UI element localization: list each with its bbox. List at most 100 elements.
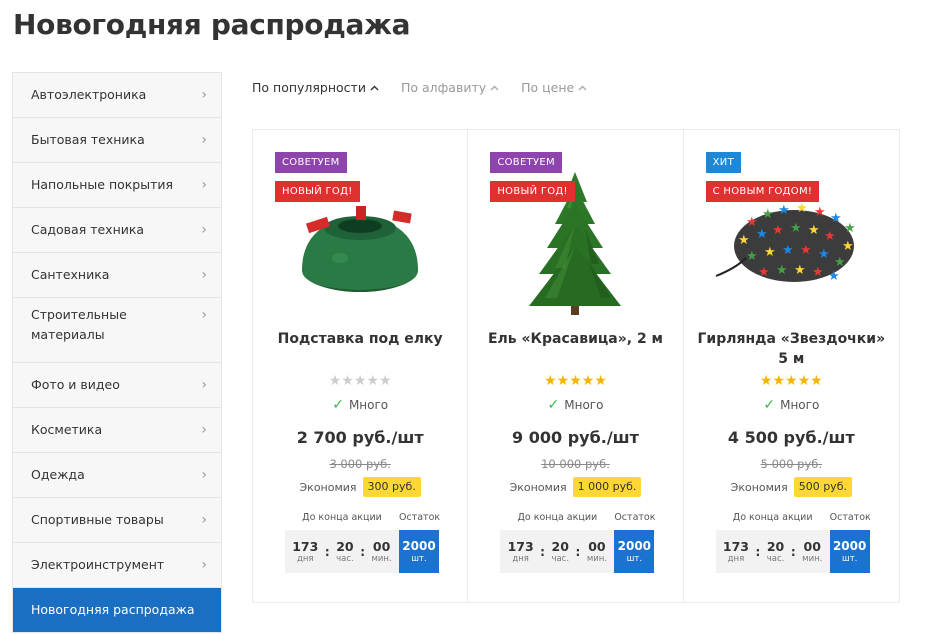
countdown-timer: 173 дня : 20 час. : 00 мин. 2000 шт. bbox=[715, 530, 870, 573]
chevron-right-icon: › bbox=[201, 512, 207, 528]
sidebar-item-photo-video[interactable]: Фото и видео › bbox=[13, 363, 221, 408]
chevron-up-icon bbox=[578, 85, 587, 90]
savings-label: Экономия bbox=[730, 480, 788, 494]
badges: ХИТ С НОВЫМ ГОДОМ! bbox=[705, 152, 820, 202]
sidebar-item-label: Косметика bbox=[31, 422, 103, 437]
sidebar-item-label: Напольные покрытия bbox=[31, 177, 174, 192]
product-grid: СОВЕТУЕМ НОВЫЙ ГОД! Подставка под елку ★… bbox=[252, 129, 900, 603]
chevron-right-icon: › bbox=[201, 132, 207, 148]
old-price: 3 000 руб. bbox=[329, 457, 391, 471]
product-card[interactable]: СОВЕТУЕМ НОВЫЙ ГОД! Ель «Красавица», 2 м… bbox=[468, 130, 684, 602]
badge-recommend: СОВЕТУЕМ bbox=[275, 152, 347, 173]
stock-label: Много bbox=[564, 398, 604, 412]
sidebar-item-sports[interactable]: Спортивные товары › bbox=[13, 498, 221, 543]
sort-by-alphabet[interactable]: По алфавиту bbox=[401, 80, 499, 95]
star-icon: ★ bbox=[366, 373, 379, 389]
svg-text:★: ★ bbox=[796, 201, 808, 216]
sidebar-item-auto-electronics[interactable]: Автоэлектроника › bbox=[13, 73, 221, 118]
star-garland-image: ★ ★ ★ ★ ★ ★ ★ ★ ★ ★ ★ ★ ★ ★ ★ ★ ★ ★ ★ ★ … bbox=[715, 201, 856, 284]
savings: Экономия 500 руб. bbox=[684, 477, 899, 497]
check-icon: ✓ bbox=[332, 397, 344, 413]
timer-days: 173 дня bbox=[507, 538, 534, 564]
svg-text:★: ★ bbox=[818, 247, 830, 262]
sidebar-item-flooring[interactable]: Напольные покрытия › bbox=[13, 163, 221, 208]
sidebar-item-clothing[interactable]: Одежда › bbox=[13, 453, 221, 498]
sort-bar: По популярности По алфавиту По цене bbox=[252, 80, 587, 95]
star-icon: ★ bbox=[353, 373, 367, 389]
star-icon: ★ bbox=[785, 373, 798, 389]
product-card[interactable]: ХИТ С НОВЫМ ГОДОМ! ★ ★ ★ ★ ★ ★ ★ ★ ★ ★ ★ bbox=[684, 130, 899, 602]
sidebar-item-plumbing[interactable]: Сантехника › bbox=[13, 253, 221, 298]
svg-text:★: ★ bbox=[794, 263, 806, 278]
svg-text:★: ★ bbox=[776, 263, 788, 278]
stock-label: Много bbox=[348, 398, 389, 412]
sort-by-price[interactable]: По цене bbox=[521, 80, 587, 95]
badge-new-year: НОВЫЙ ГОД! bbox=[490, 181, 575, 202]
chevron-right-icon: › bbox=[201, 307, 207, 323]
price: 9 000 руб./шт bbox=[512, 428, 639, 447]
product-card[interactable]: СОВЕТУЕМ НОВЫЙ ГОД! Подставка под елку ★… bbox=[253, 130, 469, 602]
timer-hours: 20 час. bbox=[336, 538, 354, 564]
svg-text:★: ★ bbox=[808, 223, 820, 238]
countdown-timer: 173 дня : 20 час. : 00 мин. 2000 шт. bbox=[500, 530, 655, 573]
svg-text:★: ★ bbox=[812, 265, 824, 280]
sidebar-item-power-tools[interactable]: Электроинструмент › bbox=[13, 543, 221, 588]
page-title: Новогодняя распродажа bbox=[13, 8, 411, 41]
badge-recommend: СОВЕТУЕМ bbox=[490, 152, 562, 173]
sort-label: По алфавиту bbox=[400, 80, 487, 95]
svg-text:★: ★ bbox=[824, 229, 836, 244]
sidebar-item-label: Бытовая техника bbox=[31, 132, 145, 147]
timer-separator: : bbox=[790, 544, 796, 559]
timer-separator: : bbox=[540, 544, 545, 559]
timer-separator: : bbox=[360, 544, 366, 559]
svg-text:★: ★ bbox=[844, 221, 856, 236]
timer-days: 173 дня bbox=[292, 538, 319, 564]
category-sidebar: Автоэлектроника › Бытовая техника › Наполь… bbox=[12, 72, 222, 633]
badge-new-year: С НОВЫМ ГОДОМ! bbox=[705, 181, 820, 202]
sidebar-item-cosmetics[interactable]: Косметика › bbox=[13, 408, 221, 453]
countdown: 173 дня : 20 час. : 00 мин. bbox=[500, 530, 615, 573]
sidebar-item-garden[interactable]: Садовая техника › bbox=[13, 208, 221, 253]
sidebar-item-label: Сантехника bbox=[31, 267, 110, 282]
savings-value: 1 000 руб. bbox=[572, 477, 642, 497]
savings: Экономия 1 000 руб. bbox=[468, 477, 682, 497]
timer-label: До конца акции bbox=[302, 512, 382, 523]
svg-text:★: ★ bbox=[764, 245, 776, 260]
svg-text:★: ★ bbox=[772, 223, 784, 238]
sidebar-item-new-year-sale[interactable]: Новогодняя распродажа› bbox=[13, 588, 221, 632]
sort-by-popularity[interactable]: По популярности bbox=[252, 80, 379, 95]
star-icon: ★ bbox=[759, 373, 773, 389]
sidebar-item-building-materials[interactable]: Строительные материалы › bbox=[13, 298, 221, 363]
svg-text:★: ★ bbox=[790, 221, 802, 236]
old-price: 10 000 руб. bbox=[541, 457, 610, 471]
stock-status: ✓ Много bbox=[684, 397, 899, 413]
chevron-right-icon: › bbox=[201, 422, 207, 438]
product-name[interactable]: Ель «Красавица», 2 м bbox=[478, 329, 672, 349]
svg-text:★: ★ bbox=[828, 269, 840, 284]
chevron-right-icon: › bbox=[201, 222, 207, 238]
timer-minutes: 00 мин. bbox=[371, 538, 392, 564]
savings-value: 300 руб. bbox=[362, 477, 421, 497]
remain-label: Остаток bbox=[829, 512, 871, 523]
sidebar-item-label: Одежда bbox=[31, 467, 85, 482]
timer-separator: : bbox=[575, 544, 581, 559]
badge-new-year: НОВЫЙ ГОД! bbox=[275, 181, 360, 202]
product-name[interactable]: Подставка под елку bbox=[263, 329, 457, 349]
chevron-right-icon: › bbox=[201, 177, 207, 193]
timer-minutes: 00 мин. bbox=[586, 538, 608, 564]
savings-value: 500 руб. bbox=[793, 477, 852, 497]
svg-text:★: ★ bbox=[778, 203, 790, 218]
sidebar-item-appliances[interactable]: Бытовая техника › bbox=[13, 118, 221, 163]
rating-stars: ★★★★★ bbox=[684, 373, 899, 389]
timer-labels: До конца акции Остаток bbox=[716, 512, 879, 523]
sort-label: По популярности bbox=[252, 80, 366, 95]
star-icon: ★ bbox=[341, 373, 354, 389]
stock-status: ✓ Много bbox=[468, 397, 682, 413]
product-name[interactable]: Гирлянда «Звездочки» 5 м bbox=[694, 329, 889, 369]
svg-text:★: ★ bbox=[746, 249, 758, 264]
timer-minutes: 00 мин. bbox=[802, 538, 823, 564]
timer-labels: До конца акции Остаток bbox=[500, 512, 662, 523]
check-icon: ✓ bbox=[547, 397, 560, 413]
svg-text:★: ★ bbox=[800, 243, 812, 258]
remain-label: Остаток bbox=[614, 512, 656, 523]
